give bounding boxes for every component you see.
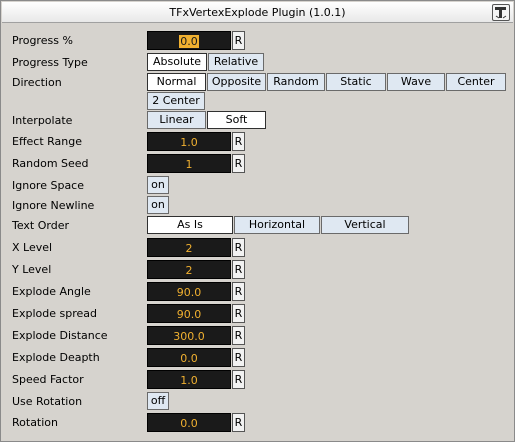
title-bar: TFxVertexExplode Plugin (1.0.1) — [2, 2, 513, 23]
effect-range-field[interactable]: 1.0 — [147, 132, 231, 151]
ignore-newline-label: Ignore Newline — [12, 199, 95, 212]
progress-reset-button[interactable]: R — [232, 31, 245, 50]
ignore-newline-toggle[interactable]: on — [147, 196, 169, 214]
text-order-horizontal-option[interactable]: Horizontal — [234, 216, 320, 234]
progress-row: Progress % 0.0 R — [1, 31, 515, 51]
direction-static-option[interactable]: Static — [326, 73, 386, 91]
text-order-as-is-option[interactable]: As Is — [147, 216, 233, 234]
direction-random-option[interactable]: Random — [267, 73, 325, 91]
interpolate-label: Interpolate — [12, 114, 73, 127]
direction-2-center-option[interactable]: 2 Center — [147, 92, 205, 110]
explode-distance-row: Explode Distance 300.0 R — [1, 326, 515, 346]
plugin-window: TFxVertexExplode Plugin (1.0.1) Progress… — [0, 0, 515, 442]
rotation-field[interactable]: 0.0 — [147, 413, 231, 432]
y-level-label: Y Level — [12, 263, 52, 276]
speed-factor-row: Speed Factor 1.0 R — [1, 370, 515, 390]
direction-row-2: 2 Center — [1, 92, 515, 112]
explode-distance-reset-button[interactable]: R — [232, 326, 245, 345]
random-seed-reset-button[interactable]: R — [232, 154, 245, 173]
progress-value: 0.0 — [179, 35, 199, 48]
text-order-vertical-option[interactable]: Vertical — [321, 216, 409, 234]
explode-distance-field[interactable]: 300.0 — [147, 326, 231, 345]
direction-row: Direction Normal Opposite Random Static … — [1, 73, 515, 93]
explode-angle-field[interactable]: 90.0 — [147, 282, 231, 301]
explode-spread-label: Explode spread — [12, 307, 97, 320]
x-level-label: X Level — [12, 241, 53, 254]
progress-field[interactable]: 0.0 — [147, 31, 231, 50]
effect-range-label: Effect Range — [12, 135, 83, 148]
rotation-label: Rotation — [12, 416, 59, 429]
progress-type-row: Progress Type Absolute Relative — [1, 53, 515, 73]
explode-distance-label: Explode Distance — [12, 329, 108, 342]
effect-range-reset-button[interactable]: R — [232, 132, 245, 151]
rotation-reset-button[interactable]: R — [232, 413, 245, 432]
text-order-label: Text Order — [12, 219, 70, 232]
random-seed-field[interactable]: 1 — [147, 154, 231, 173]
explode-angle-reset-button[interactable]: R — [232, 282, 245, 301]
explode-spread-reset-button[interactable]: R — [232, 304, 245, 323]
explode-angle-label: Explode Angle — [12, 285, 91, 298]
explode-deapth-row: Explode Deapth 0.0 R — [1, 348, 515, 368]
effect-range-row: Effect Range 1.0 R — [1, 132, 515, 152]
direction-center-option[interactable]: Center — [446, 73, 506, 91]
y-level-reset-button[interactable]: R — [232, 260, 245, 279]
x-level-field[interactable]: 2 — [147, 238, 231, 257]
plugin-settings-icon[interactable] — [492, 4, 510, 21]
direction-opposite-option[interactable]: Opposite — [207, 73, 266, 91]
use-rotation-toggle[interactable]: off — [147, 392, 169, 410]
explode-deapth-field[interactable]: 0.0 — [147, 348, 231, 367]
progress-type-label: Progress Type — [12, 56, 88, 69]
ignore-newline-row: Ignore Newline on — [1, 196, 515, 216]
progress-type-absolute-option[interactable]: Absolute — [147, 53, 207, 71]
direction-normal-option[interactable]: Normal — [147, 73, 206, 91]
explode-deapth-reset-button[interactable]: R — [232, 348, 245, 367]
explode-deapth-label: Explode Deapth — [12, 351, 100, 364]
y-level-field[interactable]: 2 — [147, 260, 231, 279]
direction-wave-option[interactable]: Wave — [387, 73, 445, 91]
x-level-reset-button[interactable]: R — [232, 238, 245, 257]
use-rotation-row: Use Rotation off — [1, 392, 515, 412]
speed-factor-field[interactable]: 1.0 — [147, 370, 231, 389]
interpolate-soft-option[interactable]: Soft — [207, 111, 266, 129]
x-level-row: X Level 2 R — [1, 238, 515, 258]
speed-factor-reset-button[interactable]: R — [232, 370, 245, 389]
explode-spread-row: Explode spread 90.0 R — [1, 304, 515, 324]
direction-label: Direction — [12, 76, 62, 89]
y-level-row: Y Level 2 R — [1, 260, 515, 280]
explode-spread-field[interactable]: 90.0 — [147, 304, 231, 323]
progress-label: Progress % — [12, 34, 73, 47]
ignore-space-label: Ignore Space — [12, 179, 84, 192]
random-seed-label: Random Seed — [12, 157, 89, 170]
window-title: TFxVertexExplode Plugin (1.0.1) — [169, 6, 346, 19]
use-rotation-label: Use Rotation — [12, 395, 83, 408]
speed-factor-label: Speed Factor — [12, 373, 84, 386]
ignore-space-toggle[interactable]: on — [147, 176, 169, 194]
random-seed-row: Random Seed 1 R — [1, 154, 515, 174]
interpolate-linear-option[interactable]: Linear — [147, 111, 206, 129]
progress-type-relative-option[interactable]: Relative — [208, 53, 264, 71]
explode-angle-row: Explode Angle 90.0 R — [1, 282, 515, 302]
ignore-space-row: Ignore Space on — [1, 176, 515, 196]
interpolate-row: Interpolate Linear Soft — [1, 111, 515, 131]
text-order-row: Text Order As Is Horizontal Vertical — [1, 216, 515, 236]
rotation-row: Rotation 0.0 R — [1, 413, 515, 433]
